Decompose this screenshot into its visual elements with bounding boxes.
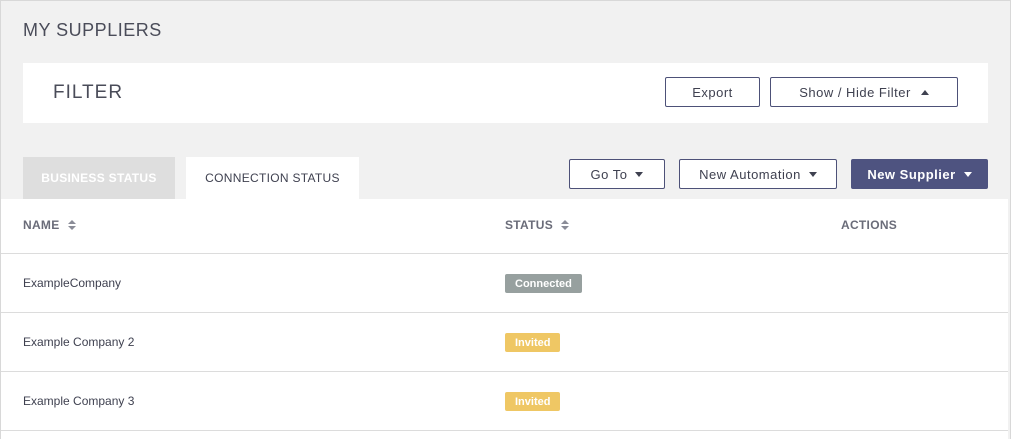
column-header-status[interactable]: STATUS — [505, 218, 570, 232]
tab-business-status[interactable]: BUSINESS STATUS — [23, 157, 175, 199]
new-supplier-button[interactable]: New Supplier — [851, 159, 988, 189]
caret-down-icon — [808, 171, 817, 177]
tab-connection-status[interactable]: CONNECTION STATUS — [186, 157, 359, 199]
caret-down-icon — [635, 171, 644, 177]
show-hide-filter-button[interactable]: Show / Hide Filter — [770, 77, 958, 107]
table-row[interactable]: Example Company 2 Invited — [1, 313, 1008, 372]
sort-icon — [67, 220, 76, 230]
column-header-actions: ACTIONS — [841, 218, 897, 232]
page-title: MY SUPPLIERS — [23, 20, 162, 40]
suppliers-table: NAME STATUS ACTIONS ExampleCompany Conne… — [1, 199, 1008, 439]
supplier-name[interactable]: ExampleCompany — [23, 276, 121, 290]
supplier-name[interactable]: Example Company 2 — [23, 335, 134, 349]
column-header-name[interactable]: NAME — [23, 218, 76, 232]
new-automation-button[interactable]: New Automation — [679, 159, 837, 189]
tab-connection-status-label: CONNECTION STATUS — [205, 171, 340, 185]
status-badge: Invited — [505, 392, 561, 411]
column-header-actions-label: ACTIONS — [841, 218, 898, 232]
filter-title: FILTER — [53, 82, 124, 103]
status-badge: Connected — [505, 274, 582, 293]
table-header: NAME STATUS ACTIONS — [1, 199, 1008, 254]
status-badge: Invited — [505, 333, 561, 352]
show-hide-filter-label: Show / Hide Filter — [799, 84, 911, 100]
new-supplier-label: New Supplier — [867, 166, 956, 182]
table-row[interactable]: Example Company 3 Invited — [1, 372, 1008, 431]
go-to-label: Go To — [590, 166, 628, 182]
export-button[interactable]: Export — [665, 77, 760, 107]
column-header-name-label: NAME — [23, 218, 60, 232]
supplier-name[interactable]: Example Company 3 — [23, 394, 134, 408]
go-to-button[interactable]: Go To — [569, 159, 665, 189]
new-automation-label: New Automation — [699, 166, 801, 182]
column-header-status-label: STATUS — [505, 218, 554, 232]
caret-down-icon — [963, 171, 972, 177]
export-button-label: Export — [692, 84, 733, 100]
sort-icon — [561, 220, 570, 230]
filter-panel: FILTER Export Show / Hide Filter — [23, 63, 988, 123]
caret-up-icon — [920, 89, 929, 95]
table-row[interactable]: ExampleCompany Connected — [1, 254, 1008, 313]
tab-business-status-label: BUSINESS STATUS — [41, 171, 157, 185]
